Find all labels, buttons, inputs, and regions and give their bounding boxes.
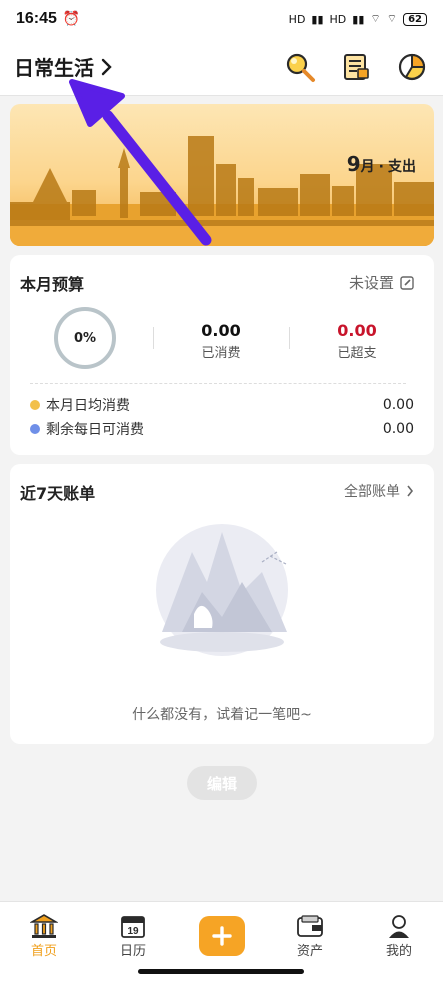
- calendar-icon: 19: [121, 916, 145, 938]
- book-title: 日常生活: [14, 56, 94, 80]
- budget-setup-label: 未设置: [348, 274, 394, 292]
- remaining-daily-label: 剩余每日可消费: [46, 422, 144, 438]
- all-bills-label: 全部账单: [344, 484, 400, 500]
- dashed-divider: [30, 383, 406, 384]
- tab-assets[interactable]: 资产: [280, 912, 340, 959]
- daily-average-label: 本月日均消费: [46, 398, 130, 414]
- edit-pencil-icon: [400, 275, 414, 290]
- book-selector[interactable]: 日常生活: [14, 52, 114, 81]
- home-bank-icon: [30, 914, 58, 938]
- plus-icon: [212, 926, 232, 946]
- tab-profile[interactable]: 我的: [369, 912, 429, 959]
- add-record-button[interactable]: [199, 916, 245, 956]
- over-stat: 0.00 已超支: [302, 321, 412, 361]
- budget-progress-ring: 0%: [54, 307, 116, 369]
- spent-stat: 0.00 已消费: [166, 321, 276, 361]
- banner-month: 9: [346, 152, 361, 176]
- calendar-day: 19: [127, 926, 139, 937]
- status-indicators: HD ▮▮ HD ▮▮ ⌔ ⌔ 62: [289, 12, 427, 26]
- profile-icon: [389, 915, 409, 938]
- all-bills-link[interactable]: 全部账单: [344, 481, 414, 501]
- daily-average-row: 本月日均消费 0.00: [30, 395, 414, 415]
- chart-icon[interactable]: [395, 50, 429, 84]
- signal-label-2: HD: [329, 12, 347, 26]
- edit-button[interactable]: 编辑: [187, 766, 257, 800]
- spent-label: 已消费: [201, 346, 241, 361]
- spent-value: 0.00: [201, 321, 241, 340]
- signal-bars-icon-2: ▮▮: [352, 12, 365, 26]
- banner-separator: ·: [378, 159, 384, 175]
- wallet-icon: [297, 915, 323, 937]
- tab-calendar[interactable]: 19 日历: [103, 912, 163, 959]
- budget-title: 本月预算: [20, 275, 85, 294]
- empty-state-illustration: [156, 524, 288, 656]
- recent-bills-card: 近7天账单 全部账单 什么都没有，试着记一笔吧~: [10, 464, 434, 744]
- signal-label-1: HD: [288, 12, 306, 26]
- chevron-right-icon: [407, 485, 414, 497]
- budget-progress-label: 0%: [73, 330, 97, 346]
- banner-month-label: 9 月 · 支出: [347, 152, 416, 176]
- over-label: 已超支: [337, 346, 377, 361]
- app-bar: 日常生活: [0, 38, 443, 96]
- status-time: 16:45: [16, 10, 57, 27]
- chevron-right-icon: [101, 58, 112, 75]
- tab-home[interactable]: 首页: [14, 912, 74, 959]
- battery-indicator: 62: [403, 12, 427, 26]
- wifi-icon: ⌔: [370, 12, 381, 25]
- alarm-icon: ⏰: [62, 11, 81, 27]
- search-icon[interactable]: [283, 50, 317, 84]
- recent-title: 近7天账单: [20, 484, 96, 503]
- remaining-daily-row: 剩余每日可消费 0.00: [30, 419, 414, 439]
- monthly-budget-card: 本月预算 未设置 0% 0.00 已消费 0.00 已超支 本月日均消费 0.0…: [10, 255, 434, 455]
- budget-setup-button[interactable]: 未设置: [349, 272, 414, 293]
- divider: [289, 327, 290, 349]
- tab-profile-label: 我的: [385, 944, 412, 959]
- divider: [153, 327, 154, 349]
- banner-kind: 支出: [388, 159, 416, 175]
- wifi-icon-2: ⌔: [386, 12, 398, 25]
- empty-state-text: 什么都没有，试着记一笔吧~: [132, 707, 312, 723]
- status-bar: 16:45 ⏰ HD ▮▮ HD ▮▮ ⌔ ⌔ 62: [0, 0, 443, 38]
- yellow-dot-icon: [30, 400, 40, 410]
- daily-average-value: 0.00: [382, 397, 414, 413]
- monthly-banner[interactable]: 9 月 · 支出: [10, 104, 434, 246]
- signal-bars-icon: ▮▮: [311, 12, 324, 26]
- tab-home-label: 首页: [30, 944, 57, 959]
- remaining-daily-value: 0.00: [382, 421, 414, 437]
- bill-list-icon[interactable]: [339, 50, 373, 84]
- blue-dot-icon: [30, 424, 40, 434]
- home-indicator[interactable]: [138, 969, 304, 974]
- tab-calendar-label: 日历: [119, 944, 146, 959]
- tab-assets-label: 资产: [296, 944, 323, 959]
- over-value: 0.00: [337, 321, 377, 340]
- banner-month-suffix: 月: [360, 159, 375, 175]
